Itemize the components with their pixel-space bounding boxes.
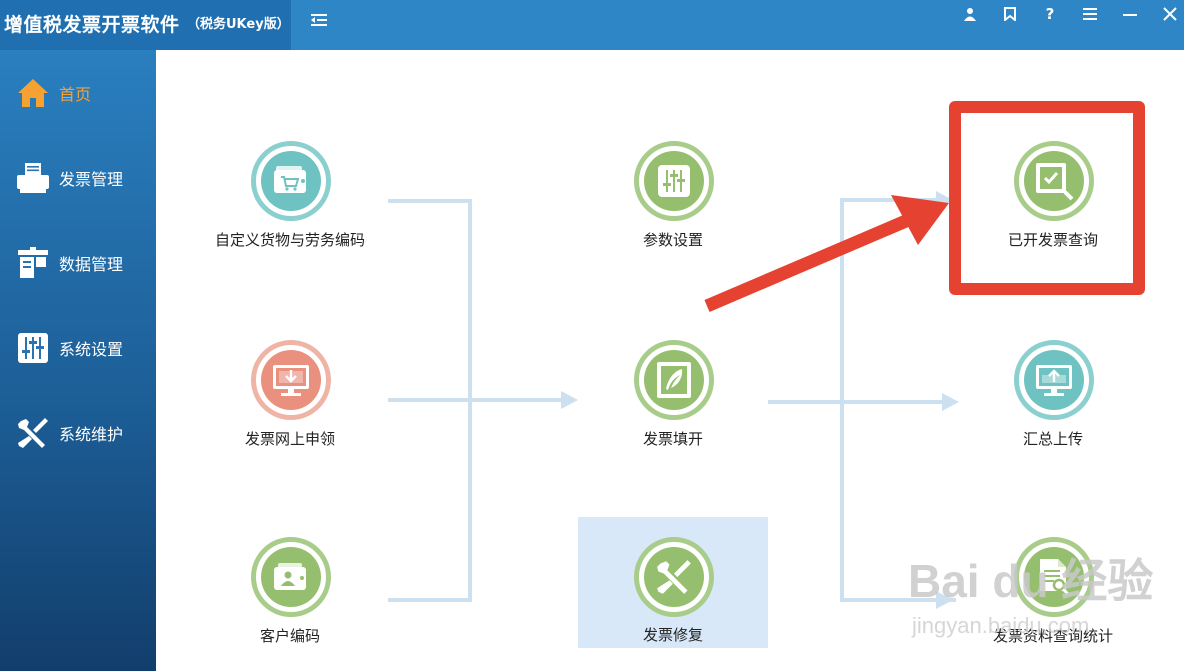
sliders-icon	[658, 165, 690, 197]
tile-customer-code[interactable]: 客户编码	[195, 537, 385, 671]
help-icon-glyph: ?	[1045, 5, 1055, 23]
sidebar-item-system-maintenance[interactable]: 系统维护	[0, 398, 156, 468]
tile-label: 已开发票查询	[1007, 231, 1098, 249]
tile-label: 参数设置	[642, 231, 703, 249]
tile-custom-goods-code[interactable]: 自定义货物与劳务编码	[195, 141, 385, 291]
close-icon[interactable]	[1150, 0, 1184, 28]
tile-parameter-settings[interactable]: 参数设置	[578, 141, 768, 291]
monitor-upload-icon	[1036, 365, 1072, 396]
sidebar-item-invoice-management[interactable]: 发票管理	[0, 143, 156, 213]
sliders-icon	[16, 331, 50, 365]
sidebar-item-label: 系统设置	[59, 340, 124, 359]
connector-arrowhead-mid	[561, 391, 578, 409]
tools-icon	[657, 560, 691, 594]
app-edition: （税务UKey版）	[187, 17, 290, 32]
brand-area: 增值税发票开票软件 （税务UKey版）	[0, 0, 291, 50]
tile-label: 汇总上传	[1022, 430, 1083, 448]
tile-label: 自定义货物与劳务编码	[214, 231, 365, 249]
connector-arrowhead-top	[936, 191, 953, 209]
connector-arrowhead-right	[942, 393, 959, 411]
sidebar-item-data-management[interactable]: 数据管理	[0, 228, 156, 298]
sidebar-item-home[interactable]: 首页	[0, 58, 156, 128]
tile-label: 发票资料查询统计	[992, 627, 1113, 645]
cart-card-icon	[274, 166, 306, 193]
user-icon[interactable]	[950, 0, 990, 28]
home-dashboard: 自定义货物与劳务编码 发票网上申领 客户编码 参数设置 发票填开 发票修复 已开…	[156, 50, 1184, 671]
bookmark-icon[interactable]	[990, 0, 1030, 28]
tile-invoice-stats-query[interactable]: 发票资料查询统计	[958, 537, 1148, 671]
tile-issued-invoice-query[interactable]: 已开发票查询	[958, 141, 1148, 291]
app-window: 增值税发票开票软件 （税务UKey版） ? 首页 发票管理 数据管理 系统设置 …	[0, 0, 1184, 671]
tile-invoice-fill[interactable]: 发票填开	[578, 340, 768, 490]
wallet-user-icon	[274, 563, 306, 590]
sidebar: 首页 发票管理 数据管理 系统设置 系统维护	[0, 50, 156, 671]
printer-icon	[16, 161, 50, 195]
tile-label: 发票修复	[642, 626, 703, 644]
app-title: 增值税发票开票软件	[4, 14, 180, 36]
help-icon[interactable]: ?	[1030, 0, 1070, 28]
home-icon	[16, 76, 50, 110]
minimize-icon[interactable]	[1110, 0, 1150, 28]
sidebar-item-label: 发票管理	[59, 170, 124, 189]
tools-icon	[16, 416, 50, 450]
tile-online-apply[interactable]: 发票网上申领	[195, 340, 385, 490]
connector-arrowhead-bottom	[936, 591, 953, 609]
film-check-search-icon	[1036, 163, 1074, 201]
sidebar-item-system-settings[interactable]: 系统设置	[0, 313, 156, 383]
tile-label: 发票网上申领	[244, 430, 335, 448]
menu-icon[interactable]	[1070, 0, 1110, 28]
sidebar-item-label: 首页	[59, 85, 92, 104]
sidebar-item-label: 系统维护	[59, 425, 124, 444]
tile-summary-upload[interactable]: 汇总上传	[958, 340, 1148, 490]
tile-invoice-repair[interactable]: 发票修复	[578, 517, 768, 648]
collapse-menu-icon[interactable]	[299, 6, 339, 34]
tile-label: 客户编码	[259, 627, 320, 645]
title-bar: 增值税发票开票软件 （税务UKey版） ?	[0, 0, 1184, 50]
document-search-icon	[1040, 559, 1070, 596]
feather-film-icon	[657, 362, 691, 398]
data-icon	[16, 246, 50, 280]
tile-label: 发票填开	[642, 430, 703, 448]
monitor-download-icon	[273, 365, 309, 396]
sidebar-item-label: 数据管理	[59, 255, 124, 274]
